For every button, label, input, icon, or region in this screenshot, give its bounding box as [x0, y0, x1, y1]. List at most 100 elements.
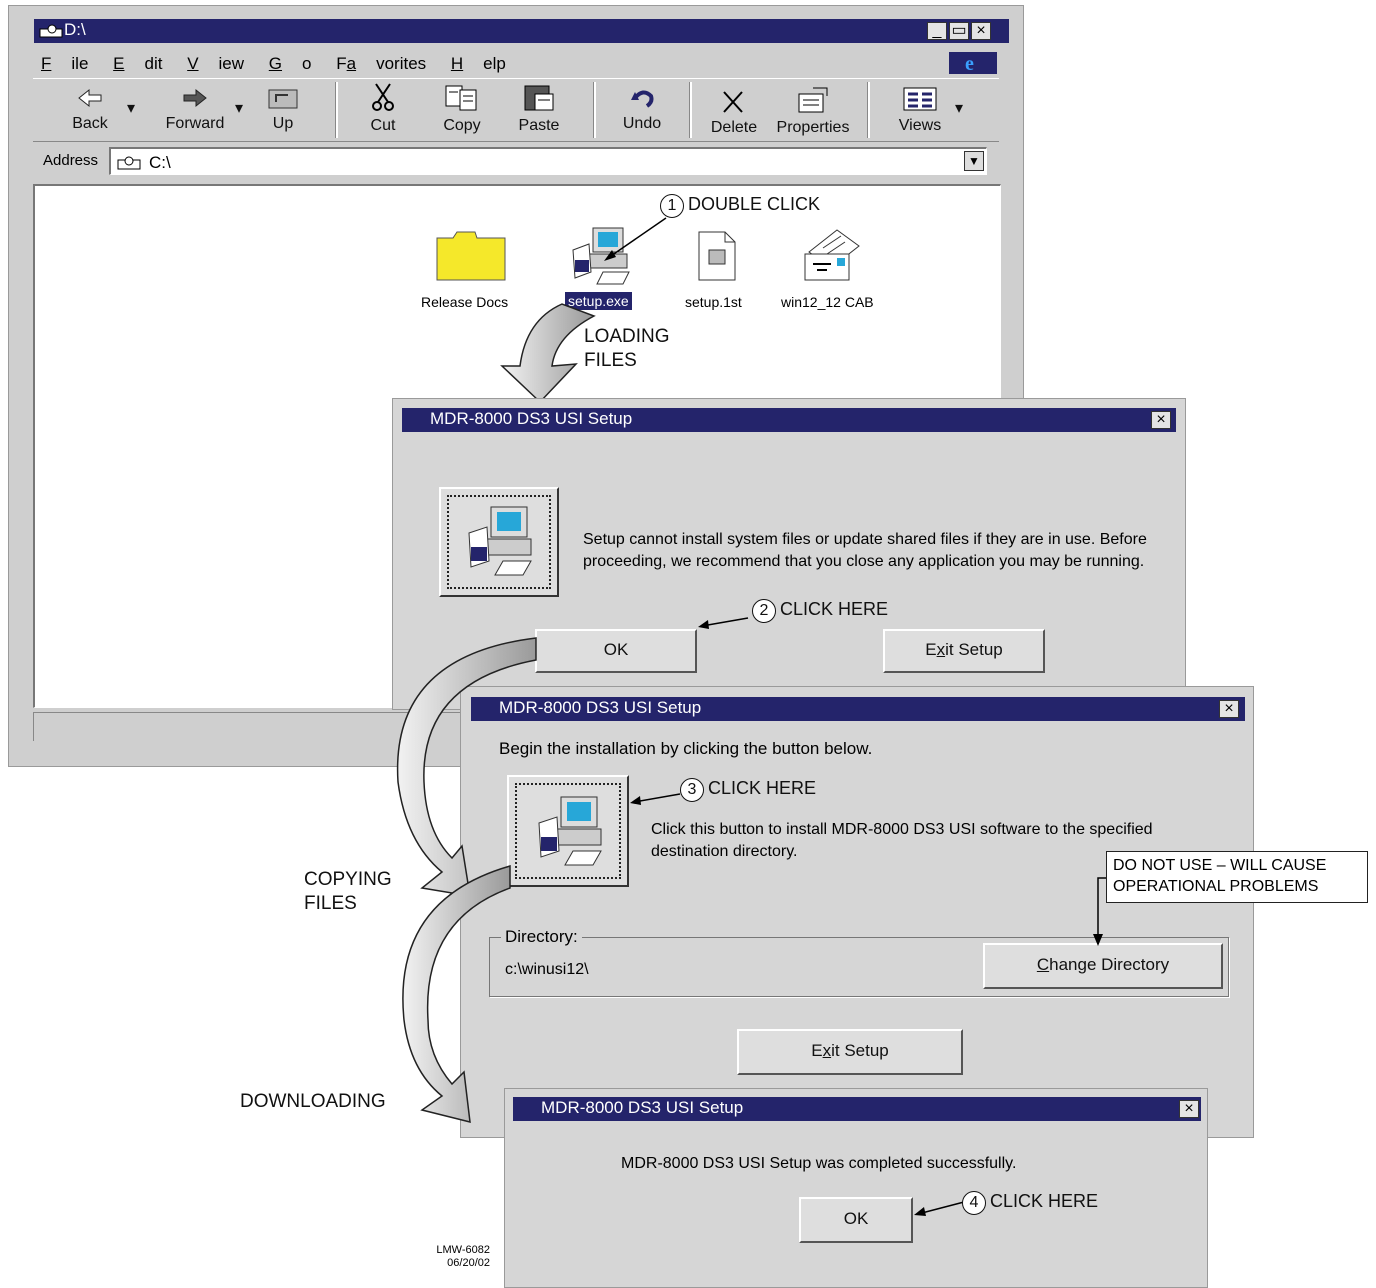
minimize-button[interactable]: _ — [927, 22, 947, 40]
warning-callout: DO NOT USE – WILL CAUSE OPERATIONAL PROB… — [1106, 851, 1368, 903]
properties-button[interactable]: Properties — [773, 86, 853, 137]
menu-file[interactable]: File — [41, 54, 88, 73]
delete-x-icon — [723, 91, 743, 113]
dialog1-exit-setup-button[interactable]: Exit Setup — [883, 629, 1045, 673]
exit-label-part: x — [822, 1041, 832, 1060]
document-icon[interactable] — [697, 230, 737, 282]
address-dropdown-button[interactable]: ▼ — [964, 151, 984, 171]
exit-label-part: E — [925, 640, 937, 659]
dialog3-message: MDR-8000 DS3 USI Setup was completed suc… — [621, 1155, 1017, 1172]
views-button[interactable]: Views — [897, 86, 943, 135]
menu-bar: File Edit View Go Fa vorites Help — [41, 54, 526, 74]
change-dir-label-part: hange Directory — [1049, 955, 1170, 974]
dialog2-close-button[interactable]: × — [1219, 700, 1239, 718]
step4-number: 4 — [962, 1191, 986, 1215]
cabinet-icon[interactable] — [801, 224, 863, 286]
menu-help[interactable]: Help — [451, 54, 506, 73]
copy-label: Copy — [443, 117, 481, 134]
step3-number: 3 — [680, 778, 704, 802]
dialog1-ok-button[interactable]: OK — [535, 629, 697, 673]
properties-label: Properties — [776, 119, 850, 136]
delete-label: Delete — [710, 119, 758, 136]
close-button[interactable]: × — [971, 22, 991, 40]
dialog3-close-button[interactable]: × — [1179, 1100, 1199, 1118]
dialog1-ok-label: OK — [603, 640, 629, 659]
dialog1-close-button[interactable]: × — [1151, 411, 1171, 429]
up-button[interactable]: Up — [261, 86, 305, 133]
paste-label: Paste — [518, 117, 560, 134]
downloading-label: DOWNLOADING — [240, 1091, 386, 1112]
views-label: Views — [898, 117, 942, 134]
figure-id-text: LMW-6082 — [436, 1244, 490, 1256]
cut-label: Cut — [370, 117, 396, 134]
maximize-button[interactable]: ▭ — [949, 22, 969, 40]
step1-arrow — [604, 217, 667, 261]
toolbar-separator — [335, 82, 338, 138]
copying-line2: FILES — [304, 893, 357, 914]
dialog3-title: MDR-8000 DS3 USI Setup — [541, 1098, 744, 1117]
warning-line2: OPERATIONAL PROBLEMS — [1113, 878, 1319, 895]
step4-text: CLICK HERE — [990, 1191, 1099, 1211]
step2-arrow — [698, 617, 749, 629]
loading-label: LOADING FILES — [584, 325, 670, 373]
dialog3-ok-button[interactable]: OK — [799, 1197, 913, 1243]
menu-edit[interactable]: Edit — [113, 54, 162, 73]
copy-button[interactable]: Copy — [437, 84, 487, 135]
cut-button[interactable]: Cut — [361, 82, 405, 135]
copy-icon — [445, 85, 477, 111]
dialog2-title-bar: MDR-8000 DS3 USI Setup — [471, 697, 1245, 721]
setup-dialog-3: MDR-8000 DS3 USI Setup × MDR-8000 DS3 US… — [504, 1088, 1208, 1288]
dialog2-exit-setup-button[interactable]: Exit Setup — [737, 1029, 963, 1075]
menu-favorites[interactable]: Fa vorites — [336, 54, 426, 73]
copying-line1: COPYING — [304, 869, 392, 890]
explorer-title: D:\ — [64, 20, 86, 39]
back-arrow-icon — [78, 88, 102, 108]
dialog3-ok-label: OK — [843, 1209, 869, 1228]
back-dropdown[interactable]: ▾ — [127, 98, 135, 118]
drive-icon — [117, 156, 141, 170]
loading-line2: FILES — [584, 350, 637, 371]
delete-button[interactable]: Delete — [709, 90, 759, 137]
menu-go[interactable]: Go — [269, 54, 312, 73]
dialog1-message: Setup cannot install system files or upd… — [583, 531, 1147, 570]
file-label-release-docs[interactable]: Release Docs — [421, 294, 508, 310]
drive-icon — [39, 24, 63, 38]
svg-text:e: e — [965, 53, 974, 74]
setup-computer-icon — [468, 506, 532, 576]
exit-label-part: x — [936, 640, 946, 659]
toolbar-separator — [867, 82, 870, 138]
address-field[interactable]: C:\ ▼ — [109, 147, 987, 175]
undo-button[interactable]: Undo — [617, 86, 667, 133]
copying-label: COPYING FILES — [304, 868, 392, 916]
loading-flow-arrow — [500, 303, 596, 404]
dialog1-setup-icon-button[interactable] — [439, 487, 559, 597]
step1-text: DOUBLE CLICK — [688, 194, 821, 214]
toolbar-separator — [593, 82, 596, 138]
folder-icon[interactable] — [435, 228, 507, 282]
exit-label-part: it Setup — [831, 1041, 889, 1060]
ie-logo: e — [949, 52, 997, 74]
dialog1-title-bar: MDR-8000 DS3 USI Setup — [402, 408, 1176, 432]
up-label: Up — [272, 115, 294, 132]
forward-dropdown[interactable]: ▾ — [235, 98, 243, 118]
change-directory-button[interactable]: Change Directory — [983, 943, 1223, 989]
step1-annotation: 1 DOUBLE CLICK — [660, 194, 820, 218]
views-dropdown[interactable]: ▾ — [955, 98, 963, 118]
views-icon — [903, 87, 937, 111]
back-button[interactable]: Back — [61, 86, 119, 133]
change-dir-label-part: C — [1036, 955, 1050, 974]
step4-arrow — [914, 1201, 965, 1216]
exit-label-part: E — [811, 1041, 823, 1060]
step2-text: CLICK HERE — [780, 599, 889, 619]
step3-text: CLICK HERE — [708, 778, 817, 798]
menu-view[interactable]: View — [187, 54, 244, 73]
step4-annotation: 4 CLICK HERE — [962, 1191, 1098, 1215]
undo-label: Undo — [622, 115, 662, 132]
loading-line1: LOADING — [584, 326, 670, 347]
figure-id: LMW-6082 06/20/02 — [424, 1244, 490, 1270]
file-label-win12-cab[interactable]: win12_12 CAB — [781, 294, 874, 310]
paste-button[interactable]: Paste — [511, 84, 567, 135]
file-label-setup-1st[interactable]: setup.1st — [685, 294, 742, 310]
forward-button[interactable]: Forward — [159, 86, 231, 133]
address-label: Address — [43, 152, 99, 169]
